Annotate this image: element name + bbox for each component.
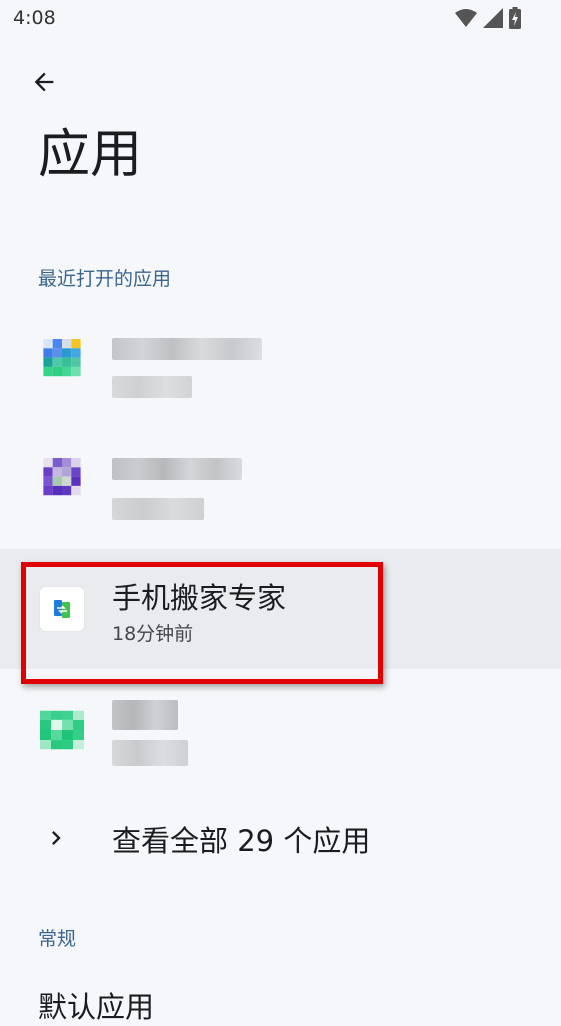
wifi-icon — [455, 9, 477, 27]
blurred-app-name — [112, 458, 242, 480]
see-all-apps-label: 查看全部 29 个应用 — [112, 824, 371, 858]
general-section-header: 常规 — [38, 928, 77, 950]
blurred-app-subtitle — [112, 376, 192, 398]
blurred-app-icon — [43, 458, 81, 496]
blurred-app-icon — [40, 710, 84, 750]
blurred-app-icon — [43, 339, 81, 377]
recent-app-row-4[interactable] — [0, 672, 561, 792]
default-apps-item[interactable]: 默认应用 — [38, 984, 154, 1026]
blurred-app-subtitle — [112, 498, 204, 520]
back-button[interactable] — [22, 60, 66, 104]
signal-icon — [483, 8, 503, 28]
arrow-back-icon — [34, 72, 54, 92]
status-icons — [455, 7, 521, 29]
chevron-right-icon — [52, 831, 61, 845]
blurred-app-subtitle — [112, 740, 188, 766]
app-name: 手机搬家专家 — [112, 581, 287, 615]
app-last-opened: 18分钟前 — [112, 623, 194, 645]
recent-app-row-1[interactable] — [0, 302, 561, 422]
status-bar: 4:08 — [0, 0, 561, 40]
page-title: 应用 — [38, 125, 143, 185]
blurred-app-name — [112, 700, 178, 730]
recent-app-row-phone-clone[interactable]: 手机搬家专家 18分钟前 — [0, 549, 561, 669]
status-time: 4:08 — [13, 7, 56, 29]
recent-app-row-2[interactable] — [0, 422, 561, 542]
recent-apps-header: 最近打开的应用 — [38, 268, 172, 290]
blurred-app-name — [112, 338, 262, 360]
battery-charging-icon — [509, 7, 521, 29]
phone-clone-app-icon — [40, 587, 84, 631]
see-all-apps-button[interactable]: 查看全部 29 个应用 — [0, 800, 561, 876]
